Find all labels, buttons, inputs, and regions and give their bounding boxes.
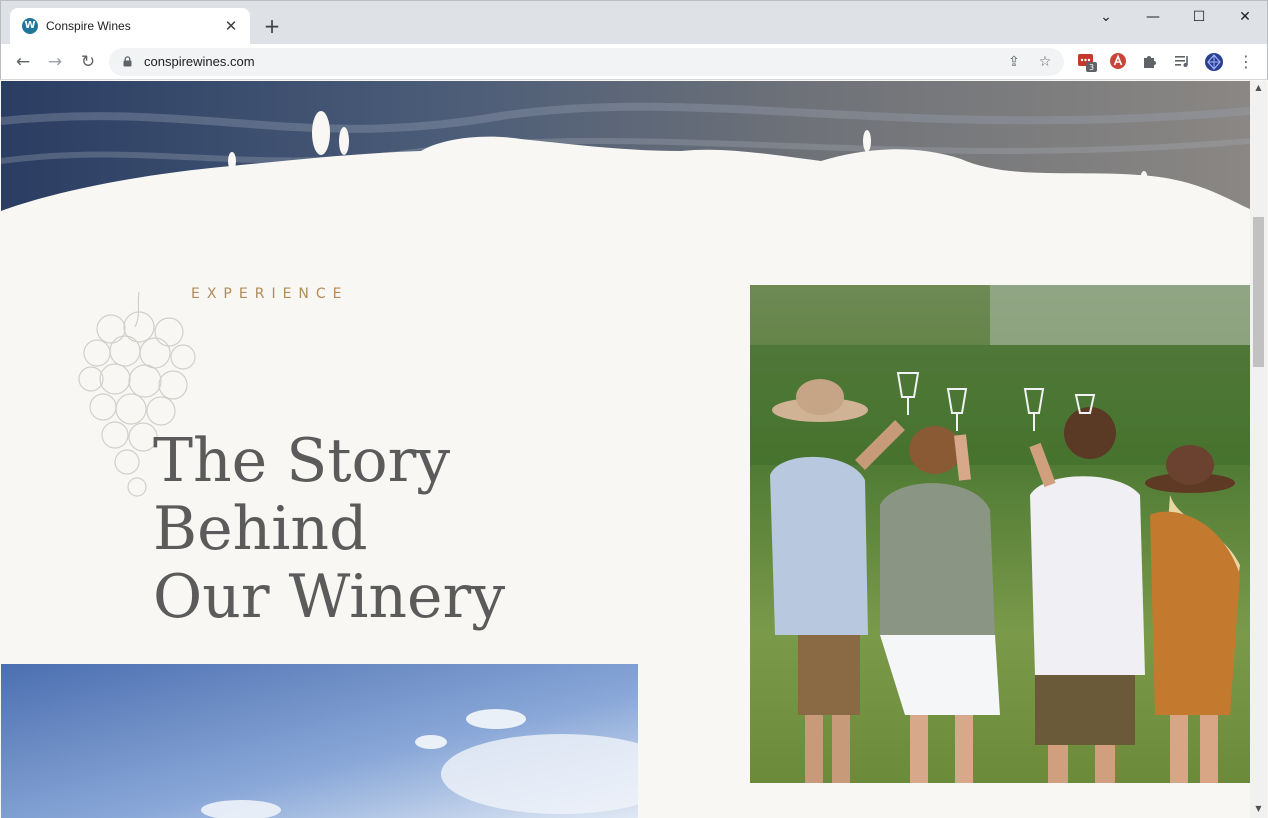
new-tab-button[interactable]: +	[261, 15, 283, 37]
headline-line-2: Our Winery	[153, 562, 506, 632]
puzzle-icon[interactable]	[1140, 52, 1160, 72]
page-headline: The Story Behind Our Winery	[153, 427, 673, 631]
address-bar[interactable]: conspirewines.com ⇪ ☆	[109, 48, 1064, 76]
url-text[interactable]: conspirewines.com	[144, 54, 255, 69]
tab-search-icon[interactable]: ⌄	[1092, 7, 1120, 27]
extension-badge-count: 3	[1089, 63, 1094, 72]
close-window-button[interactable]: ✕	[1231, 7, 1259, 27]
section-label: EXPERIENCE	[191, 286, 349, 302]
scroll-up-icon[interactable]: ▲	[1250, 81, 1267, 95]
extension-badge-icon[interactable]: 3	[1077, 52, 1097, 72]
media-control-icon[interactable]	[1172, 52, 1192, 72]
reload-button[interactable]: ↻	[75, 49, 101, 75]
scroll-down-icon[interactable]: ▼	[1250, 802, 1267, 816]
share-icon[interactable]: ⇪	[1004, 52, 1024, 72]
sky-landscape-photo	[1, 664, 638, 818]
page-scrollbar[interactable]: ▲ ▼	[1250, 81, 1267, 818]
browser-menu-icon[interactable]: ⋮	[1236, 52, 1256, 72]
maximize-button[interactable]: ☐	[1185, 7, 1213, 27]
bookmark-star-icon[interactable]: ☆	[1035, 52, 1055, 72]
tab-title: Conspire Wines	[46, 19, 131, 33]
browser-tab[interactable]: W Conspire Wines ✕	[10, 8, 250, 45]
browser-toolbar: ← → ↻ conspirewines.com ⇪ ☆ 3 ⋮	[0, 44, 1268, 80]
profile-icon[interactable]	[1204, 52, 1224, 72]
headline-line-1: The Story Behind	[153, 426, 451, 564]
browser-titlebar: W Conspire Wines ✕ + ⌄ — ☐ ✕	[0, 0, 1268, 45]
page-viewport: EXPERIENCE The Story Behind Our Winery	[1, 81, 1250, 818]
lock-icon	[123, 56, 132, 67]
wordpress-icon: W	[22, 18, 38, 34]
minimize-button[interactable]: —	[1139, 7, 1167, 27]
forward-button[interactable]: →	[42, 49, 68, 75]
back-button[interactable]: ←	[10, 49, 36, 75]
vineyard-tasting-photo	[750, 285, 1250, 783]
extension-a-icon[interactable]	[1108, 52, 1128, 72]
scroll-thumb[interactable]	[1253, 217, 1264, 367]
hero-hills-image	[1, 81, 1250, 216]
tab-close-icon[interactable]: ✕	[222, 17, 240, 35]
